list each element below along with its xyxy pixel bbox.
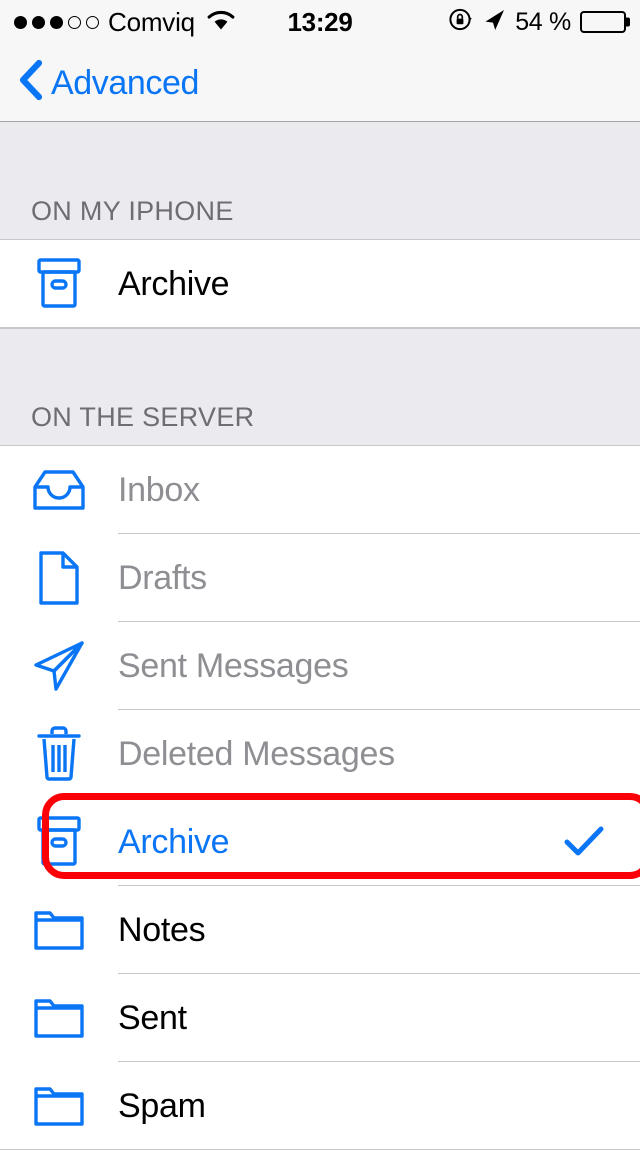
mailbox-row-label: Archive (118, 823, 230, 861)
mailbox-row-sent[interactable]: Sent (0, 974, 640, 1062)
mailbox-row-sent-messages[interactable]: Sent Messages (0, 622, 640, 710)
battery-percentage: 54 % (515, 7, 571, 36)
archive-box-icon (0, 814, 118, 870)
inbox-tray-icon (0, 467, 118, 513)
mailbox-row-spam[interactable]: Spam (0, 1062, 640, 1150)
mailbox-row-deleted-messages[interactable]: Deleted Messages (0, 710, 640, 798)
archive-box-icon (0, 256, 118, 312)
folder-icon (0, 908, 118, 952)
signal-dot-3 (50, 15, 63, 29)
mailbox-row-notes[interactable]: Notes (0, 886, 640, 974)
mailbox-row-label: Deleted Messages (118, 735, 395, 773)
signal-strength-dots (14, 15, 99, 29)
trash-can-icon (0, 725, 118, 783)
status-bar: Comviq 13:29 54 % (0, 0, 640, 44)
section-header-label: ON MY IPHONE (31, 196, 234, 226)
mailbox-row-archive[interactable]: Archive (0, 798, 640, 886)
mailbox-list: ON MY IPHONE Archive ON THE SERVER Inbox Dra… (0, 122, 640, 1150)
mailbox-row-label: Drafts (118, 559, 207, 597)
folder-icon (0, 996, 118, 1040)
mailbox-row-label: Inbox (118, 471, 200, 509)
carrier-name: Comviq (108, 7, 195, 37)
battery-icon (580, 11, 626, 33)
mailbox-row-label: Sent (118, 999, 187, 1037)
signal-dot-1 (14, 15, 27, 29)
wifi-icon (206, 9, 236, 36)
mailbox-row-label: Spam (118, 1087, 206, 1125)
folder-icon (0, 1084, 118, 1128)
mailbox-row-label: Sent Messages (118, 647, 349, 685)
mailbox-row-archive[interactable]: Archive (0, 240, 640, 328)
rotation-lock-icon (448, 7, 473, 37)
mailbox-row-label: Archive (118, 265, 230, 303)
document-page-icon (0, 550, 118, 606)
section-header-label: ON THE SERVER (31, 402, 255, 432)
signal-dot-5 (86, 15, 99, 29)
mailbox-row-inbox[interactable]: Inbox (0, 446, 640, 534)
mailbox-row-label: Notes (118, 911, 206, 949)
status-bar-right: 54 % (448, 7, 626, 37)
section-header-0: ON MY IPHONE (0, 122, 640, 240)
checkmark-icon (564, 826, 604, 858)
location-arrow-icon (482, 8, 506, 37)
signal-dot-4 (68, 15, 81, 29)
paper-plane-icon (0, 640, 118, 692)
status-bar-left: Comviq (14, 9, 236, 36)
section-header-1: ON THE SERVER (0, 328, 640, 446)
section-list-0: Archive (0, 240, 640, 328)
navigation-bar: Advanced (0, 44, 640, 122)
chevron-left-icon (17, 59, 43, 106)
row-divider (0, 327, 640, 328)
back-button[interactable]: Advanced (0, 59, 199, 106)
signal-dot-2 (32, 15, 45, 29)
mailbox-row-drafts[interactable]: Drafts (0, 534, 640, 622)
back-button-label: Advanced (51, 63, 200, 102)
section-list-1: Inbox Drafts Sent Messages Deleted Messages… (0, 446, 640, 1150)
